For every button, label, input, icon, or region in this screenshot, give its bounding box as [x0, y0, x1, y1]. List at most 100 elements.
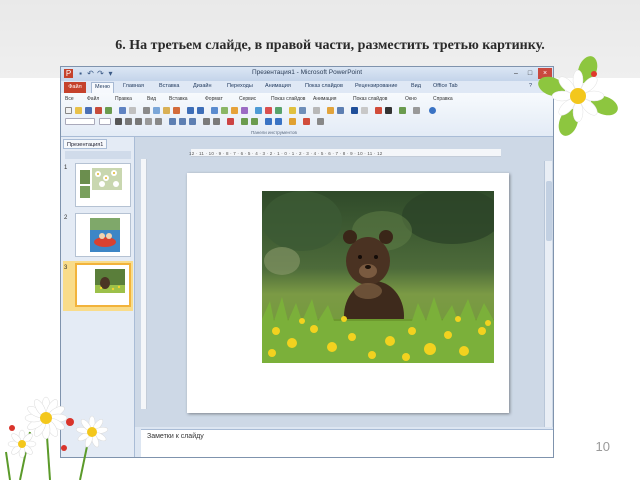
help-icon[interactable]	[429, 107, 436, 114]
tab-view[interactable]: Вид	[411, 83, 421, 89]
grid-icon[interactable]	[337, 107, 344, 114]
menu-all[interactable]: Все	[65, 96, 74, 102]
paste-icon[interactable]	[163, 107, 170, 114]
align-center-icon[interactable]	[179, 118, 186, 125]
menu-help[interactable]: Справка	[433, 96, 453, 102]
font-family-select[interactable]	[65, 118, 95, 125]
outdent-icon[interactable]	[275, 118, 282, 125]
color-icon[interactable]	[327, 107, 334, 114]
print-icon[interactable]	[95, 107, 102, 114]
menu-window[interactable]: Окно	[405, 96, 417, 102]
notes-pane[interactable]: Заметки к слайду	[141, 429, 553, 457]
undo-icon[interactable]	[187, 107, 194, 114]
bullets-icon[interactable]	[203, 118, 210, 125]
open-icon[interactable]	[75, 107, 82, 114]
save-icon[interactable]	[85, 107, 92, 114]
underline-icon[interactable]	[135, 118, 142, 125]
tab-review[interactable]: Рецензирование	[355, 83, 397, 89]
table-icon[interactable]	[221, 107, 228, 114]
clipart-icon[interactable]	[275, 107, 282, 114]
new-icon[interactable]	[65, 107, 72, 114]
menu-edit[interactable]: Правка	[115, 96, 132, 102]
toolbar-row-2	[65, 118, 549, 127]
slide-number-2: 2	[64, 215, 68, 221]
numbering-icon[interactable]	[213, 118, 220, 125]
tab-slideshow[interactable]: Показ слайдов	[305, 83, 343, 89]
tab-menu[interactable]: Меню	[91, 82, 114, 93]
font-color-icon[interactable]	[227, 118, 234, 125]
vertical-scrollbar[interactable]	[544, 161, 552, 427]
fill-color-icon[interactable]	[375, 107, 382, 114]
menu-slideshow-2[interactable]: Показ слайдов	[353, 96, 387, 102]
maximize-button[interactable]: □	[523, 68, 537, 79]
cut-icon[interactable]	[143, 107, 150, 114]
menu-file[interactable]: Файл	[87, 96, 99, 102]
tab-office-tab[interactable]: Office Tab	[433, 83, 458, 89]
bear-picture[interactable]	[262, 191, 494, 363]
menu-view[interactable]: Вид	[147, 96, 156, 102]
toolbar-group-label: Панели инструментов	[251, 130, 297, 135]
daisies-decoration-bottom	[0, 392, 130, 480]
align-left-icon[interactable]	[169, 118, 176, 125]
menu-tools[interactable]: Сервис	[239, 96, 256, 102]
help-icon[interactable]: ?	[529, 83, 532, 89]
font-size-select[interactable]	[99, 118, 111, 125]
indent-icon[interactable]	[265, 118, 272, 125]
arrange-icon[interactable]	[351, 107, 358, 114]
tab-design[interactable]: Дизайн	[193, 83, 212, 89]
copy-icon[interactable]	[153, 107, 160, 114]
classic-menu-row: Все Файл Правка Вид Вставка Формат Серви…	[65, 96, 549, 105]
find-icon[interactable]	[413, 107, 420, 114]
slide-number-3: 3	[64, 265, 68, 271]
shadow-icon[interactable]	[155, 118, 162, 125]
research-icon[interactable]	[129, 107, 136, 114]
boat-thumbnail-icon	[90, 218, 120, 252]
slide-thumbnail-1[interactable]	[75, 163, 131, 207]
align-right-icon[interactable]	[189, 118, 196, 125]
design-icon[interactable]	[289, 118, 296, 125]
layout-icon[interactable]	[289, 107, 296, 114]
flower-icon	[538, 56, 618, 136]
new-slide-icon[interactable]	[299, 107, 306, 114]
file-tab[interactable]: Файл	[64, 82, 86, 93]
bold-icon[interactable]	[115, 118, 122, 125]
menu-slideshow[interactable]: Показ слайдов	[271, 96, 305, 102]
minimize-button[interactable]: –	[509, 68, 523, 79]
slide-thumbnail-3[interactable]	[75, 263, 131, 307]
tasks-icon[interactable]	[317, 118, 324, 125]
spell-icon[interactable]	[119, 107, 126, 114]
increase-font-icon[interactable]	[241, 118, 248, 125]
hyperlink-icon[interactable]	[211, 107, 218, 114]
align-icon[interactable]	[361, 107, 368, 114]
slide-thumbnail-2[interactable]	[75, 213, 131, 257]
shapes-icon[interactable]	[255, 107, 262, 114]
format-painter-icon[interactable]	[173, 107, 180, 114]
menu-format[interactable]: Формат	[205, 96, 223, 102]
decrease-font-icon[interactable]	[251, 118, 258, 125]
daisies-thumbnail-icon	[80, 168, 122, 198]
scroll-thumb[interactable]	[546, 181, 552, 241]
slide-number-1: 1	[64, 165, 68, 171]
title-bar: P ▪ ↶ ↷ ▾ Презентация1 - Microsoft Power…	[61, 67, 553, 81]
tab-transitions[interactable]: Переходы	[227, 83, 253, 89]
line-color-icon[interactable]	[385, 107, 392, 114]
strikethrough-icon[interactable]	[145, 118, 152, 125]
italic-icon[interactable]	[125, 118, 132, 125]
tab-insert[interactable]: Вставка	[159, 83, 179, 89]
presentation-tab[interactable]: Презентация1	[63, 139, 108, 149]
chart-icon[interactable]	[231, 107, 238, 114]
picture-icon[interactable]	[241, 107, 248, 114]
window-title: Презентация1 - Microsoft PowerPoint	[251, 69, 363, 76]
zoom-icon[interactable]	[313, 107, 320, 114]
toolbar-row-1	[65, 107, 549, 116]
daisy-icon	[5, 396, 109, 480]
menu-animation[interactable]: Анимация	[313, 96, 336, 102]
tab-animation[interactable]: Анимация	[265, 83, 291, 89]
slideshow-icon[interactable]	[399, 107, 406, 114]
new-slide-icon-2[interactable]	[303, 118, 310, 125]
preview-icon[interactable]	[105, 107, 112, 114]
tab-home[interactable]: Главная	[123, 83, 144, 89]
redo-icon[interactable]	[197, 107, 204, 114]
wordart-icon[interactable]	[265, 107, 272, 114]
menu-insert[interactable]: Вставка	[169, 96, 188, 102]
